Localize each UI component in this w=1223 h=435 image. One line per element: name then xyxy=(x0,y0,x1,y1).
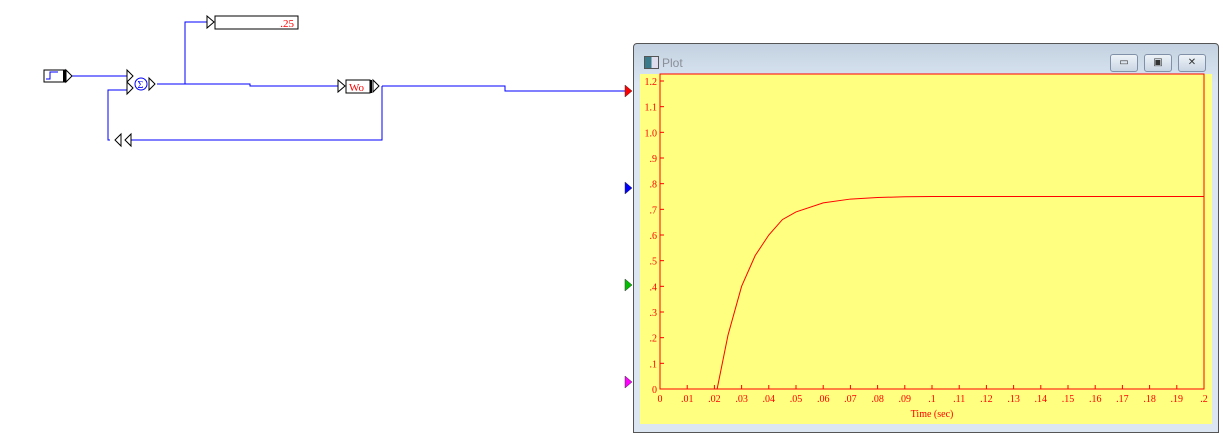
x-tick-label: .2 xyxy=(1200,394,1208,405)
x-tick-label: .04 xyxy=(763,394,776,405)
y-tick-label: .5 xyxy=(650,257,658,268)
y-tick-label: 1.1 xyxy=(645,103,658,114)
x-tick-label: .08 xyxy=(871,394,884,405)
x-tick-label: .05 xyxy=(790,394,803,405)
x-tick-label: .13 xyxy=(1007,394,1020,405)
y-tick-label: .9 xyxy=(650,154,658,165)
x-tick-label: .19 xyxy=(1171,394,1184,405)
y-tick-label: .4 xyxy=(650,282,658,293)
x-tick-label: 0 xyxy=(658,394,663,405)
y-tick-label: 0 xyxy=(652,385,657,396)
x-tick-label: .09 xyxy=(899,394,912,405)
plot-frame xyxy=(659,73,1205,390)
x-tick-label: .01 xyxy=(681,394,694,405)
series-line-output xyxy=(660,196,1204,390)
y-tick-label: .2 xyxy=(650,334,658,345)
y-tick-label: .6 xyxy=(650,231,658,242)
y-tick-label: .3 xyxy=(650,308,658,319)
y-tick-label: .8 xyxy=(650,180,658,191)
y-tick-label: 1.2 xyxy=(645,77,658,88)
x-tick-label: .12 xyxy=(980,394,993,405)
y-tick-label: .7 xyxy=(650,205,658,216)
x-tick-label: .07 xyxy=(844,394,857,405)
x-tick-label: .16 xyxy=(1089,394,1102,405)
x-tick-label: .15 xyxy=(1062,394,1075,405)
x-tick-label: .17 xyxy=(1116,394,1129,405)
x-axis-label: Time (sec) xyxy=(911,409,954,420)
y-tick-label: 1.0 xyxy=(645,128,658,139)
x-tick-label: .11 xyxy=(953,394,965,405)
chart: 0 .01 .02 .03 .04 .05 .06 .07 .08 .09 .1 .11 .12 .13.… xyxy=(645,73,1208,420)
x-tick-label: .14 xyxy=(1035,394,1048,405)
x-tick-label: .03 xyxy=(735,394,748,405)
x-tick-label: .02 xyxy=(708,394,721,405)
x-tick-label: .06 xyxy=(817,394,830,405)
x-tick-label: .1 xyxy=(928,394,936,405)
x-tick-label: .18 xyxy=(1143,394,1156,405)
y-tick-label: .1 xyxy=(650,359,658,370)
